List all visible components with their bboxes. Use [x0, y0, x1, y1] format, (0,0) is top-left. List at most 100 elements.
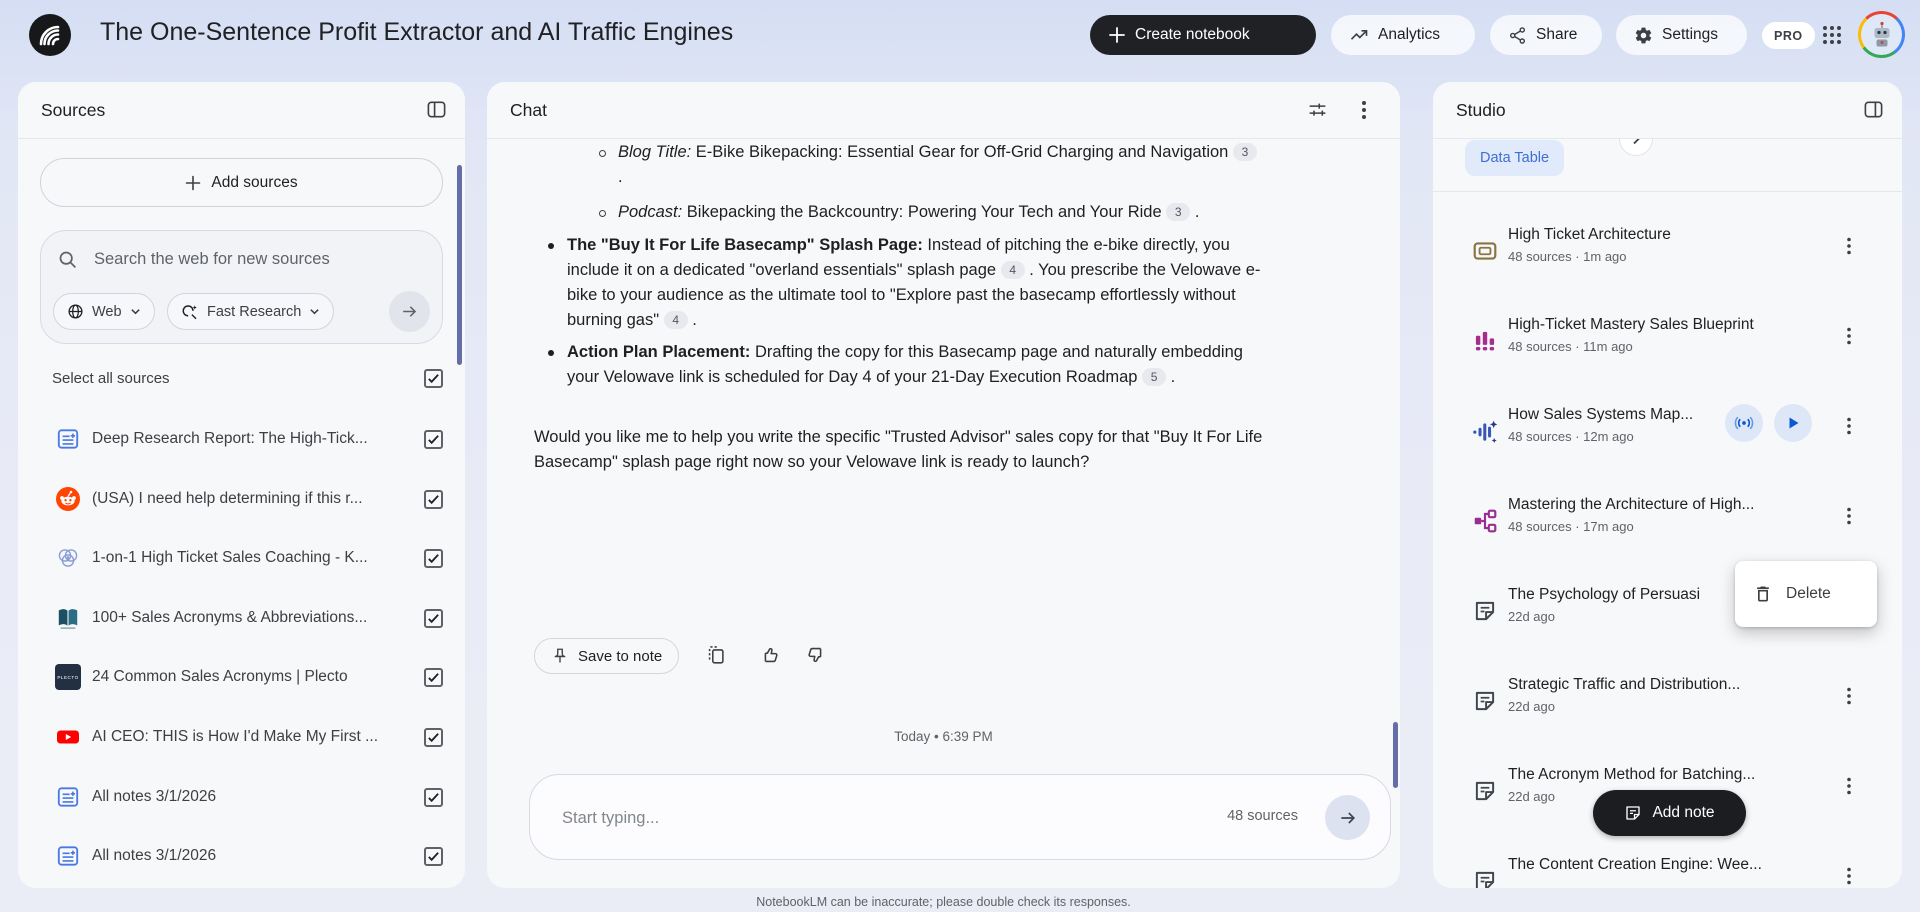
thumbs-up-icon[interactable]: [759, 644, 783, 668]
pin-icon: [551, 647, 569, 665]
notebooklm-logo-icon[interactable]: [28, 13, 72, 57]
citation-chip[interactable]: 5: [1142, 368, 1167, 386]
collapse-panel-icon[interactable]: [426, 99, 447, 120]
studio-item[interactable]: High-Ticket Mastery Sales Blueprint 48 s…: [1433, 312, 1902, 392]
note-doc-icon: [55, 843, 81, 869]
source-checkbox[interactable]: [424, 490, 443, 509]
select-all-label: Select all sources: [52, 370, 170, 387]
citation-chip[interactable]: 3: [1232, 143, 1257, 161]
account-avatar[interactable]: [1858, 11, 1905, 58]
studio-item-meta: 48 sources · 1m ago: [1508, 249, 1627, 264]
chat-panel-title: Chat: [510, 100, 547, 120]
studio-item-meta: 48 sources · 12m ago: [1508, 429, 1634, 444]
source-row[interactable]: 1-on-1 High Ticket Sales Coaching - K...: [18, 531, 465, 587]
chat-settings-icon[interactable]: [1307, 100, 1328, 121]
analytics-button[interactable]: Analytics: [1331, 15, 1475, 55]
source-row[interactable]: PLECTO 24 Common Sales Acronyms | Plecto: [18, 650, 465, 706]
citation-chip[interactable]: 4: [663, 311, 688, 329]
select-all-checkbox[interactable]: [424, 369, 443, 388]
item-more-menu-icon[interactable]: [1838, 232, 1860, 260]
item-more-menu-icon[interactable]: [1838, 322, 1860, 350]
search-web-input[interactable]: [92, 248, 430, 270]
studio-item[interactable]: High Ticket Architecture 48 sources · 1m…: [1433, 222, 1902, 302]
source-row[interactable]: 100+ Sales Acronyms & Abbreviations...: [18, 591, 465, 647]
submit-search-button[interactable]: [389, 291, 430, 332]
source-checkbox[interactable]: [424, 549, 443, 568]
source-checkbox[interactable]: [424, 430, 443, 449]
sources-scrollbar[interactable]: [457, 165, 462, 365]
item-more-menu-icon[interactable]: [1838, 502, 1860, 530]
copy-icon[interactable]: [705, 644, 729, 668]
source-checkbox[interactable]: [424, 668, 443, 687]
search-icon: [57, 249, 78, 270]
trash-icon: [1753, 584, 1773, 604]
apps-grid-icon[interactable]: [1818, 21, 1846, 49]
search-sparkle-icon: [181, 303, 199, 321]
play-audio-button[interactable]: [1774, 404, 1812, 442]
source-row[interactable]: AI CEO: THIS is How I'd Make My First ..…: [18, 710, 465, 766]
chat-scrollbar[interactable]: [1393, 722, 1398, 788]
gear-icon: [1634, 26, 1653, 45]
item-more-menu-icon[interactable]: [1838, 412, 1860, 440]
citation-chip[interactable]: 3: [1166, 203, 1191, 221]
bullet-marker: [548, 243, 554, 249]
source-checkbox[interactable]: [424, 609, 443, 628]
source-checkbox[interactable]: [424, 788, 443, 807]
studio-item-title: The Acronym Method for Batching...: [1508, 766, 1756, 783]
thumbs-down-icon[interactable]: [805, 644, 829, 668]
session-date-divider: Today • 6:39 PM: [894, 729, 993, 744]
expand-panel-icon[interactable]: [1863, 99, 1884, 120]
chat-input-bar: 48 sources: [529, 774, 1391, 861]
interactive-mode-button[interactable]: [1725, 404, 1763, 442]
chat-more-menu-icon[interactable]: [1354, 99, 1374, 121]
bar-chart-icon: [1472, 328, 1498, 354]
studio-item-title: The Content Creation Engine: Wee...: [1508, 856, 1762, 873]
source-row[interactable]: All notes 3/1/2026: [18, 829, 465, 885]
source-title: 24 Common Sales Acronyms | Plecto: [92, 668, 348, 685]
studio-item[interactable]: The Content Creation Engine: Wee...: [1433, 852, 1902, 888]
chevron-down-icon: [130, 306, 141, 317]
source-checkbox[interactable]: [424, 728, 443, 747]
source-checkbox[interactable]: [424, 847, 443, 866]
studio-item[interactable]: Strategic Traffic and Distribution... 22…: [1433, 672, 1902, 752]
research-mode-chip[interactable]: Fast Research: [167, 293, 335, 330]
sources-count-label: 48 sources: [1227, 808, 1298, 824]
share-button[interactable]: Share: [1490, 15, 1602, 55]
save-to-note-button[interactable]: Save to note: [534, 638, 680, 674]
sources-panel: Sources Add sources Search the web for n…: [18, 82, 465, 888]
settings-button[interactable]: Settings: [1616, 15, 1747, 55]
send-button[interactable]: [1325, 795, 1370, 840]
source-title: Deep Research Report: The High-Tick...: [92, 430, 368, 447]
item-more-menu-icon[interactable]: [1838, 862, 1860, 888]
share-icon: [1508, 26, 1527, 45]
studio-item[interactable]: Mastering the Architecture of High... 48…: [1433, 492, 1902, 572]
citation-chip[interactable]: 4: [1000, 261, 1025, 279]
pro-badge: PRO: [1762, 22, 1815, 49]
disclaimer-text: NotebookLM can be inaccurate; please dou…: [756, 895, 1131, 909]
data-table-chip[interactable]: Data Table: [1465, 140, 1565, 176]
item-more-menu-icon[interactable]: [1838, 772, 1860, 800]
source-row[interactable]: Deep Research Report: The High-Tick...: [18, 412, 465, 468]
trending-up-icon: [1349, 25, 1369, 45]
notebook-title[interactable]: The One-Sentence Profit Extractor and AI…: [100, 18, 733, 47]
create-notebook-button[interactable]: Create notebook: [1090, 15, 1316, 55]
item-more-menu-icon[interactable]: [1838, 682, 1860, 710]
studio-item-meta: 22d ago: [1508, 789, 1555, 804]
report-note-icon: [1472, 778, 1498, 804]
robot-avatar-image: [1861, 14, 1902, 55]
report-note-icon: [1472, 688, 1498, 714]
studio-item-audio-overview[interactable]: How Sales Systems Map... 48 sources · 12…: [1433, 402, 1902, 482]
source-title: AI CEO: THIS is How I'd Make My First ..…: [92, 728, 379, 745]
bullet-item: The "Buy It For Life Basecamp" Splash Pa…: [567, 236, 1261, 329]
chat-input[interactable]: [560, 775, 1104, 861]
web-filter-chip[interactable]: Web: [53, 293, 155, 330]
source-row[interactable]: (USA) I need help determining if this r.…: [18, 472, 465, 528]
source-title: (USA) I need help determining if this r.…: [92, 490, 363, 507]
source-row[interactable]: All notes 3/1/2026: [18, 770, 465, 826]
plus-icon: [1108, 26, 1126, 44]
source-title: All notes 3/1/2026: [92, 847, 217, 864]
add-note-button[interactable]: Add note: [1593, 790, 1746, 836]
delete-menu-item[interactable]: Delete: [1735, 561, 1877, 627]
add-sources-button[interactable]: Add sources: [40, 158, 443, 207]
studio-item-title: High-Ticket Mastery Sales Blueprint: [1508, 316, 1754, 333]
